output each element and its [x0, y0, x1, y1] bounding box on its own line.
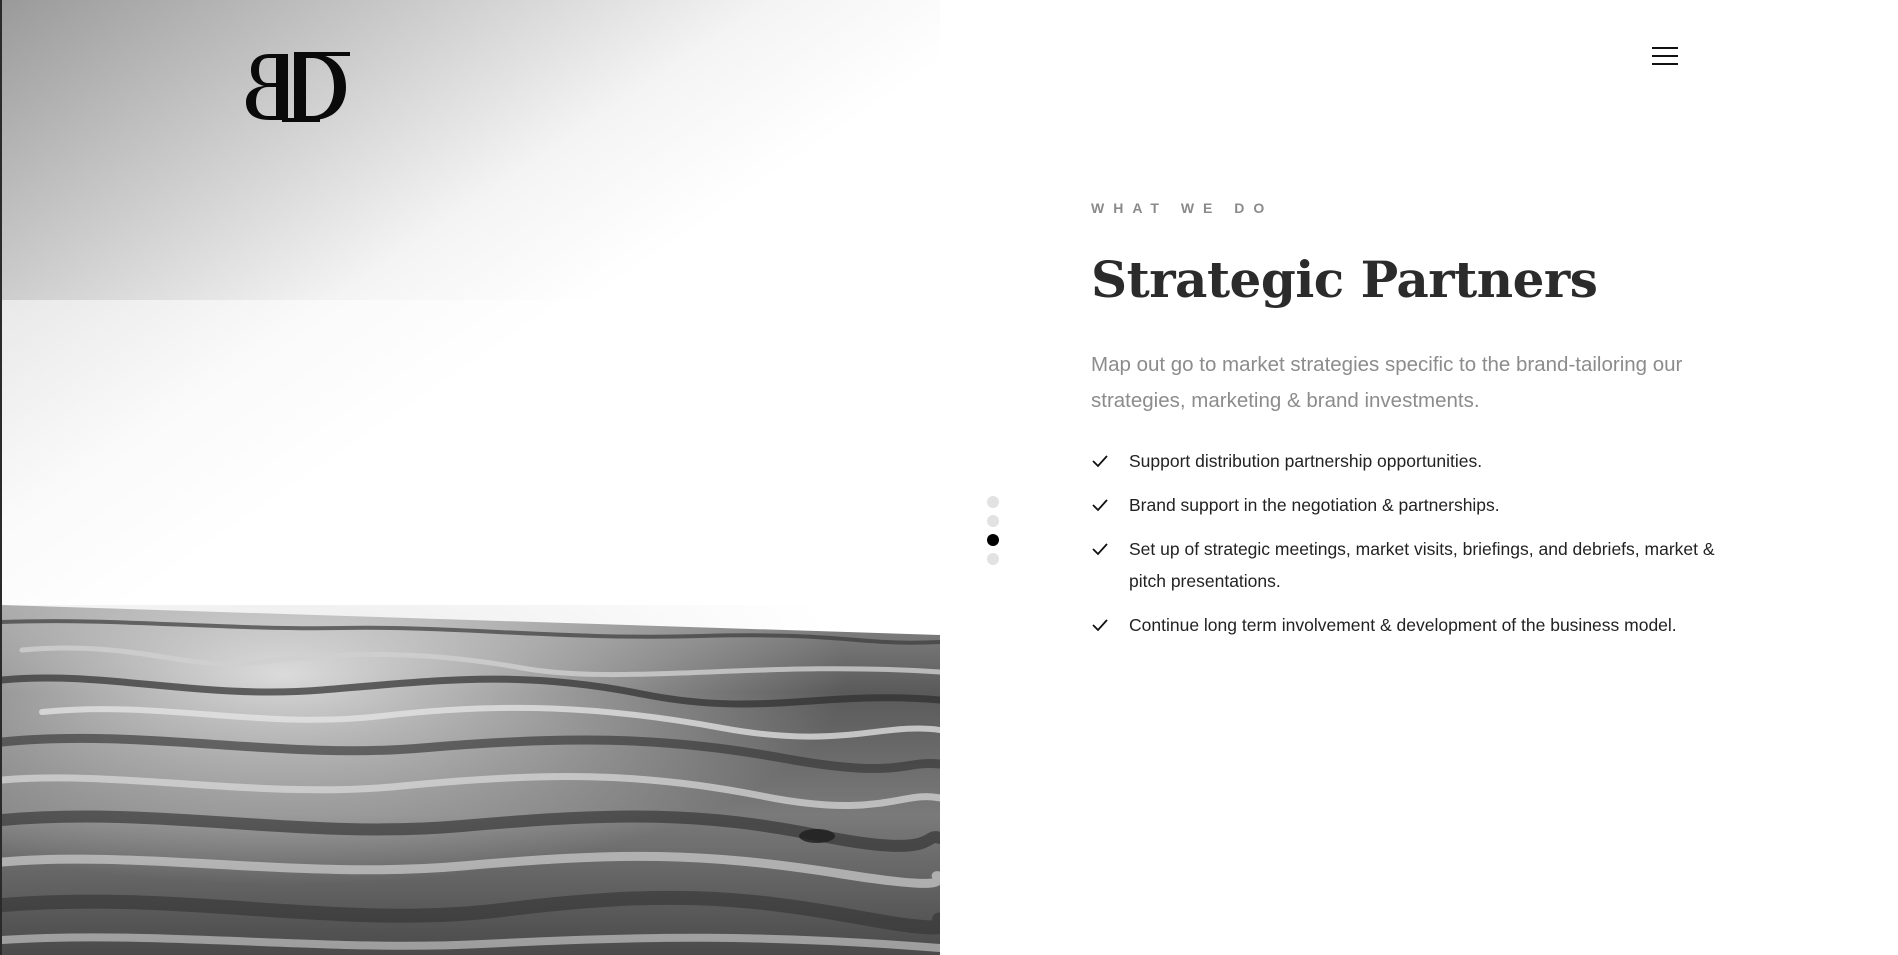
hero-sea-image	[2, 0, 940, 955]
section-content: WHAT WE DO Strategic Partners Map out go…	[1091, 200, 1761, 653]
list-item-text: Set up of strategic meetings, market vis…	[1129, 539, 1715, 591]
checkmark-icon	[1092, 619, 1108, 632]
slide-pagination	[986, 496, 1000, 572]
section-lead: Map out go to market strategies specific…	[1091, 353, 1683, 412]
list-item-text: Support distribution partnership opportu…	[1129, 451, 1483, 471]
checkmark-icon	[1092, 499, 1108, 512]
list-item: Set up of strategic meetings, market vis…	[1091, 533, 1729, 597]
section-title: Strategic Partners	[1091, 250, 1598, 309]
hamburger-menu-icon[interactable]	[1640, 40, 1690, 76]
menu-line	[1652, 63, 1678, 65]
brand-logo-mark	[246, 52, 350, 122]
list-item-text: Continue long term involvement & develop…	[1129, 615, 1677, 635]
list-item: Support distribution partnership opportu…	[1091, 445, 1729, 477]
menu-line	[1652, 55, 1678, 57]
checkmark-icon	[1092, 455, 1108, 468]
list-item-text: Brand support in the negotiation & partn…	[1129, 495, 1500, 515]
pagination-dot-2[interactable]	[987, 515, 999, 527]
checkmark-icon	[1092, 543, 1108, 556]
pagination-dot-1[interactable]	[987, 496, 999, 508]
pagination-dot-4[interactable]	[987, 553, 999, 565]
section-eyebrow: WHAT WE DO	[1091, 200, 1274, 216]
list-item: Brand support in the negotiation & partn…	[1091, 489, 1729, 521]
feature-list: Support distribution partnership opportu…	[1091, 445, 1761, 641]
pagination-dot-3-active[interactable]	[987, 534, 999, 546]
brand-logo[interactable]	[242, 50, 352, 130]
menu-line	[1652, 47, 1678, 49]
page: WHAT WE DO Strategic Partners Map out go…	[0, 0, 1898, 955]
list-item: Continue long term involvement & develop…	[1091, 609, 1729, 641]
